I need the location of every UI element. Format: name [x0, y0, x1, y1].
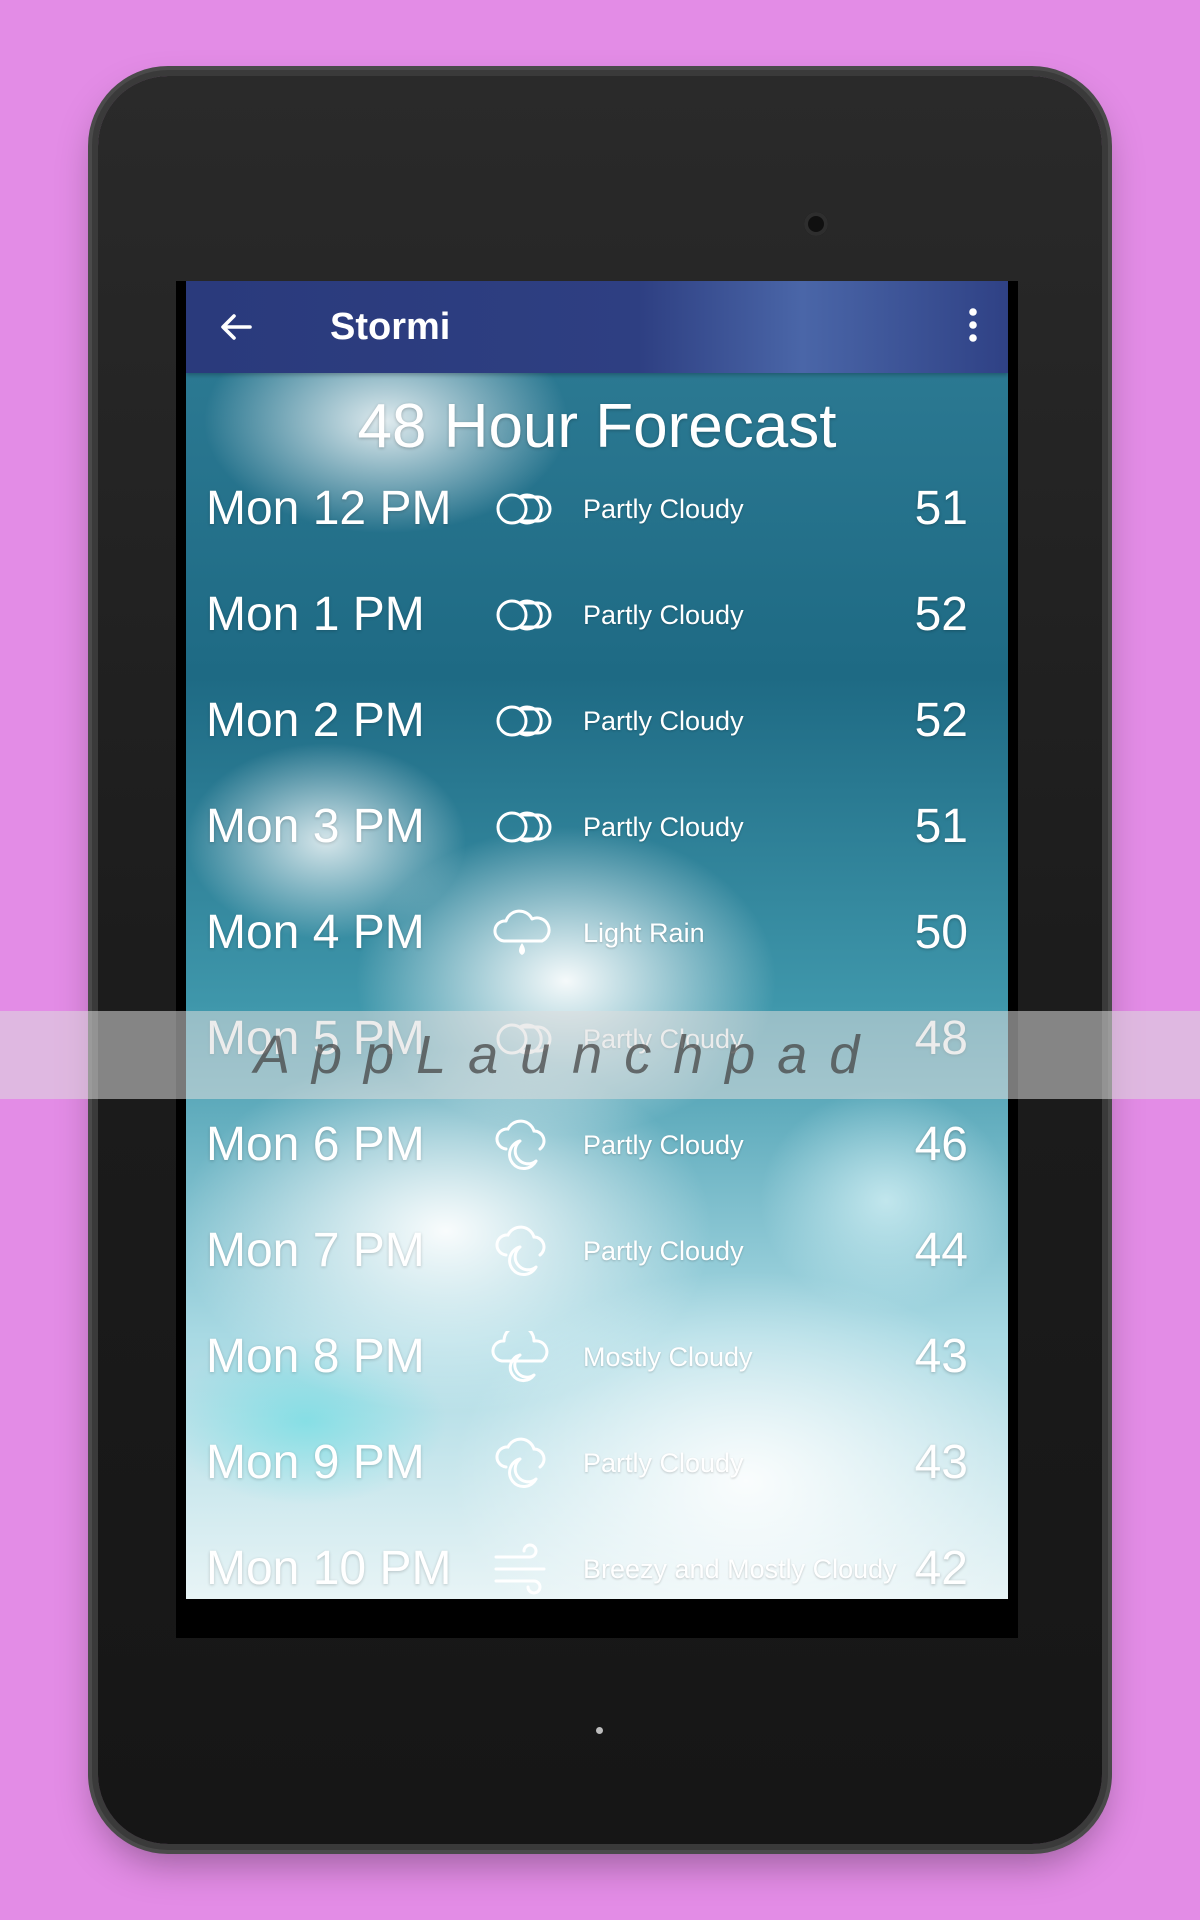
watermark-text: AppLaunchpad — [254, 1025, 882, 1085]
forecast-time: Mon 6 PM — [206, 1118, 425, 1171]
partly-cloudy-night-icon — [490, 1437, 554, 1489]
front-camera — [804, 212, 828, 236]
forecast-time: Mon 3 PM — [206, 800, 425, 853]
forecast-condition: Partly Cloudy — [583, 1448, 744, 1478]
app-title: Stormi — [330, 306, 451, 348]
forecast-condition: Light Rain — [583, 918, 705, 948]
overflow-menu-icon[interactable] — [958, 301, 988, 351]
forecast-row: Mon 9 PM Partly Cloudy 43 — [186, 1409, 1008, 1515]
app-content: Stormi 48 Hour Forecast Mon 12 PM Partly … — [186, 281, 1008, 1599]
forecast-condition: Partly Cloudy — [583, 1236, 744, 1266]
back-arrow-icon[interactable] — [216, 307, 256, 347]
forecast-condition: Breezy and Mostly Cloudy — [583, 1554, 897, 1584]
watermark-banner: AppLaunchpad — [0, 1011, 1200, 1099]
forecast-temperature: 43 — [914, 1330, 968, 1383]
forecast-row: Mon 2 PM Partly Cloudy 52 — [186, 667, 1008, 773]
forecast-temperature: 51 — [914, 800, 968, 853]
forecast-time: Mon 12 PM — [206, 482, 452, 535]
forecast-time: Mon 9 PM — [206, 1436, 425, 1489]
forecast-row: Mon 10 PM Breezy and Mostly Cloudy 42 — [186, 1515, 1008, 1599]
forecast-time: Mon 7 PM — [206, 1224, 425, 1277]
light-rain-icon — [490, 907, 554, 959]
forecast-row: Mon 3 PM Partly Cloudy 51 — [186, 773, 1008, 879]
system-nav-bar — [176, 1599, 1018, 1638]
forecast-temperature: 46 — [914, 1118, 968, 1171]
forecast-temperature: 51 — [914, 482, 968, 535]
partly-cloudy-icon — [490, 801, 554, 853]
forecast-time: Mon 2 PM — [206, 694, 425, 747]
partly-cloudy-icon — [490, 483, 554, 535]
forecast-row: Mon 1 PM Partly Cloudy 52 — [186, 561, 1008, 667]
forecast-time: Mon 4 PM — [206, 906, 425, 959]
forecast-temperature: 43 — [914, 1436, 968, 1489]
forecast-temperature: 44 — [914, 1224, 968, 1277]
forecast-condition: Partly Cloudy — [583, 494, 744, 524]
forecast-condition: Partly Cloudy — [583, 1130, 744, 1160]
forecast-time: Mon 1 PM — [206, 588, 425, 641]
page-title: 48 Hour Forecast — [357, 392, 837, 461]
partly-cloudy-night-icon — [490, 1225, 554, 1277]
forecast-condition: Partly Cloudy — [583, 812, 744, 842]
mostly-cloudy-night-icon — [490, 1324, 554, 1383]
device-screen: Stormi 48 Hour Forecast Mon 12 PM Partly … — [176, 281, 1018, 1638]
forecast-temperature: 52 — [914, 694, 968, 747]
forecast-row: Mon 4 PM Light Rain 50 — [186, 879, 1008, 985]
forecast-temperature: 52 — [914, 588, 968, 641]
forecast-condition: Mostly Cloudy — [583, 1342, 753, 1372]
forecast-row: Mon 6 PM Partly Cloudy 46 — [186, 1091, 1008, 1197]
partly-cloudy-night-icon — [490, 1119, 554, 1171]
forecast-row: Mon 12 PM Partly Cloudy 51 — [186, 455, 1008, 561]
forecast-row: Mon 8 PM Mostly Cloudy 43 — [186, 1303, 1008, 1409]
home-indicator-dot — [596, 1727, 603, 1734]
forecast-temperature: 42 — [914, 1542, 968, 1595]
forecast-temperature: 50 — [914, 906, 968, 959]
partly-cloudy-icon — [490, 695, 554, 747]
forecast-time: Mon 8 PM — [206, 1330, 425, 1383]
app-bar: Stormi — [186, 281, 1008, 373]
forecast-time: Mon 10 PM — [206, 1542, 452, 1595]
forecast-condition: Partly Cloudy — [583, 706, 744, 736]
wind-icon — [490, 1543, 554, 1595]
forecast-row: Mon 7 PM Partly Cloudy 44 — [186, 1197, 1008, 1303]
forecast-condition: Partly Cloudy — [583, 600, 744, 630]
partly-cloudy-icon — [490, 589, 554, 641]
